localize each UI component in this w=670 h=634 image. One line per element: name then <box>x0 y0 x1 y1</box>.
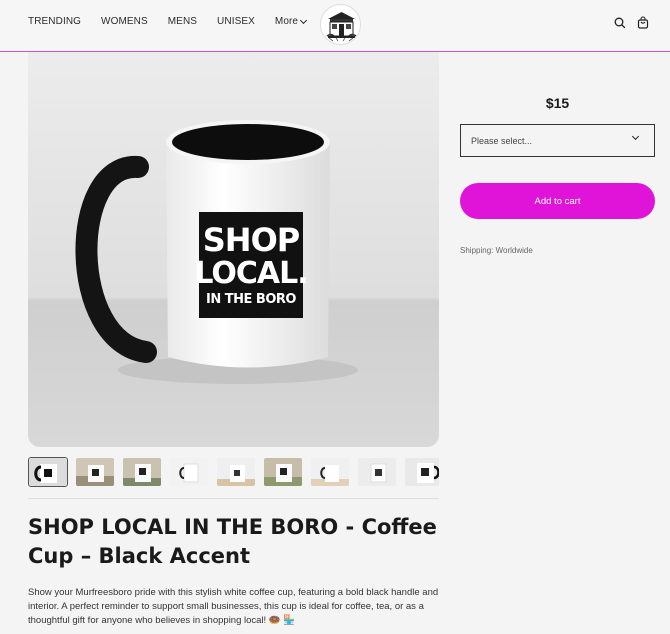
nav-item-womens[interactable]: WOMENS <box>101 16 148 28</box>
nav-item-mens[interactable]: MENS <box>168 16 197 28</box>
add-to-cart-button[interactable]: Add to cart <box>460 183 655 219</box>
mug-print: SHOP LOCAL. IN THE BORO <box>194 212 308 318</box>
nav-item-trending[interactable]: TRENDING <box>28 16 81 28</box>
product-main-image[interactable]: SHOP LOCAL. IN THE BORO <box>28 52 439 447</box>
mug-print-line-2: LOCAL. <box>194 256 308 291</box>
thumbnail[interactable] <box>357 457 397 487</box>
chevron-down-icon <box>631 132 640 141</box>
site-logo[interactable] <box>320 4 361 45</box>
thumbnail[interactable] <box>310 457 350 487</box>
cart-icon[interactable] <box>636 15 650 29</box>
thumbnail[interactable] <box>263 457 303 487</box>
mug-print-line-1: SHOP <box>202 221 300 259</box>
product-description: Show your Murfreesboro pride with this s… <box>28 587 439 626</box>
product-title: SHOP LOCAL IN THE BORO - Coffee Cup – Bl… <box>28 515 437 568</box>
product-price: $15 <box>545 95 570 111</box>
thumbnail[interactable] <box>122 457 162 487</box>
main-nav: TRENDING WOMENS MENS UNISEX More <box>28 16 326 28</box>
variant-select-placeholder: Please select... <box>471 135 533 146</box>
divider <box>28 498 439 499</box>
variant-select[interactable]: Please select... <box>460 124 655 157</box>
site-header: TRENDING WOMENS MENS UNISEX More <box>0 0 670 52</box>
thumbnail-strip <box>28 457 439 489</box>
thumbnail[interactable] <box>216 457 256 487</box>
thumbnail[interactable] <box>28 457 68 487</box>
nav-item-more[interactable]: More <box>274 16 308 28</box>
thumbnail[interactable] <box>75 457 115 487</box>
chevron-down-icon <box>300 16 308 25</box>
thumbnail[interactable] <box>404 457 439 487</box>
storefront-logo-icon <box>322 6 360 44</box>
nav-more-label: More <box>274 16 299 27</box>
thumbnail[interactable] <box>169 457 209 487</box>
nav-item-unisex[interactable]: UNISEX <box>217 16 255 28</box>
shipping-info: Shipping: Worldwide <box>460 246 533 255</box>
search-icon[interactable] <box>613 15 627 29</box>
mug-print-line-3: IN THE BORO <box>206 292 296 307</box>
